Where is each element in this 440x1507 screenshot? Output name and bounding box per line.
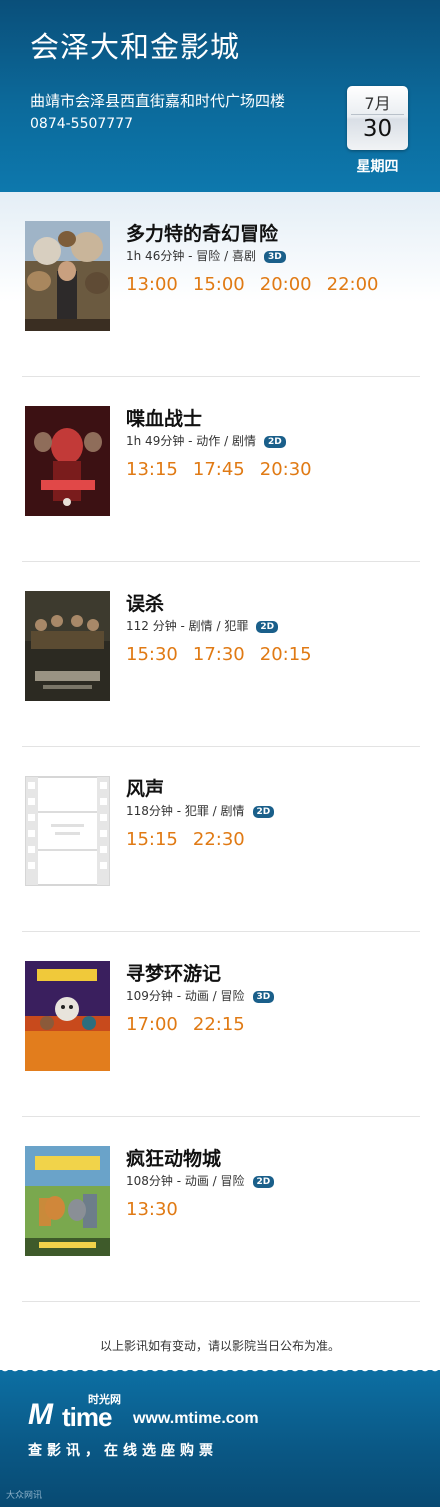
watermark: 大众网讯	[6, 1491, 43, 1501]
movie-title[interactable]: 风声	[126, 774, 164, 801]
showtimes: 15:30 17:30 20:15	[126, 644, 312, 665]
cinema-phone[interactable]: 0874-5507777	[30, 116, 133, 132]
movie-meta-text: 109分钟 - 动画 / 冒险	[126, 989, 245, 1003]
showtime[interactable]: 22:30	[193, 829, 245, 850]
site-url[interactable]: www.mtime.com	[133, 1410, 259, 1428]
format-badge: 2D	[256, 620, 279, 633]
movie-meta: 1h 49分钟 - 动作 / 剧情 2D	[126, 432, 286, 449]
footer: M time 时光网 www.mtime.com 查影讯，在线选座购票 大众网讯	[0, 1370, 440, 1507]
showtime[interactable]: 22:15	[193, 1014, 245, 1035]
showtime[interactable]: 15:00	[193, 274, 245, 295]
date-day: 30	[362, 116, 393, 142]
movie-item[interactable]: 风声 118分钟 - 犯罪 / 剧情 2D 15:15 22:30	[22, 747, 420, 932]
divider	[22, 1301, 420, 1302]
movie-poster[interactable]	[25, 221, 110, 331]
showtime[interactable]: 13:00	[126, 274, 178, 295]
movie-poster[interactable]	[25, 591, 110, 701]
movie-meta-text: 1h 46分钟 - 冒险 / 喜剧	[126, 249, 256, 263]
logo-m: M	[28, 1398, 53, 1431]
movie-title[interactable]: 误杀	[126, 589, 164, 616]
format-badge: 3D	[263, 250, 286, 263]
showtime[interactable]: 15:15	[126, 829, 178, 850]
scallop-divider-bottom	[0, 1367, 440, 1377]
showtime[interactable]: 22:00	[327, 274, 379, 295]
movie-meta-text: 1h 49分钟 - 动作 / 剧情	[126, 434, 256, 448]
cinema-address: 曲靖市会泽县西直街嘉和时代广场四楼	[30, 92, 286, 110]
showtime[interactable]: 15:30	[126, 644, 178, 665]
poster-placeholder-icon[interactable]	[25, 776, 110, 886]
showtimes: 13:15 17:45 20:30	[126, 459, 312, 480]
movie-item[interactable]: 多力特的奇幻冒险 1h 46分钟 - 冒险 / 喜剧 3D 13:00 15:00 2…	[22, 192, 420, 377]
format-badge: 2D	[263, 435, 286, 448]
movie-item[interactable]: 喋血战士 1h 49分钟 - 动作 / 剧情 2D 13:15 17:45 20:30	[22, 377, 420, 562]
showtime[interactable]: 17:30	[193, 644, 245, 665]
showtime[interactable]: 13:15	[126, 459, 178, 480]
movie-item[interactable]: 寻梦环游记 109分钟 - 动画 / 冒险 3D 17:00 22:15	[22, 932, 420, 1117]
mtime-logo[interactable]: M time 时光网	[28, 1392, 138, 1432]
movie-item[interactable]: 疯狂动物城 108分钟 - 动画 / 冒险 2D 13:30	[22, 1117, 420, 1302]
movie-meta-text: 112 分钟 - 剧情 / 犯罪	[126, 619, 249, 633]
movie-meta: 118分钟 - 犯罪 / 剧情 2D	[126, 802, 275, 819]
movie-title[interactable]: 多力特的奇幻冒险	[126, 219, 278, 246]
movie-meta: 109分钟 - 动画 / 冒险 3D	[126, 987, 275, 1004]
movie-meta-text: 108分钟 - 动画 / 冒险	[126, 1174, 245, 1188]
movie-meta: 108分钟 - 动画 / 冒险 2D	[126, 1172, 275, 1189]
showtime[interactable]: 17:00	[126, 1014, 178, 1035]
showtime[interactable]: 13:30	[126, 1199, 178, 1220]
showtime[interactable]: 20:00	[260, 274, 312, 295]
date-card: 7月 30	[347, 86, 408, 150]
showtimes-list: 多力特的奇幻冒险 1h 46分钟 - 冒险 / 喜剧 3D 13:00 15:00 2…	[0, 192, 440, 1370]
showtime[interactable]: 20:15	[260, 644, 312, 665]
showtime[interactable]: 20:30	[260, 459, 312, 480]
format-badge: 2D	[252, 1175, 275, 1188]
format-badge: 3D	[252, 990, 275, 1003]
showtimes: 15:15 22:30	[126, 829, 245, 850]
movie-meta: 1h 46分钟 - 冒险 / 喜剧 3D	[126, 247, 286, 264]
date-month: 7月	[364, 94, 391, 113]
movie-poster[interactable]	[25, 1146, 110, 1256]
showtime[interactable]: 17:45	[193, 459, 245, 480]
movie-poster[interactable]	[25, 961, 110, 1071]
slogan: 查影讯，在线选座购票	[28, 1443, 218, 1459]
date-separator	[351, 114, 404, 115]
movie-meta: 112 分钟 - 剧情 / 犯罪 2D	[126, 617, 279, 634]
schedule-notice: 以上影讯如有变动，请以影院当日公布为准。	[99, 1339, 340, 1353]
movie-title[interactable]: 喋血战士	[126, 404, 202, 431]
logo-cn: 时光网	[88, 1393, 121, 1406]
movie-meta-text: 118分钟 - 犯罪 / 剧情	[126, 804, 245, 818]
movie-poster[interactable]	[25, 406, 110, 516]
date-weekday: 星期四	[356, 159, 399, 175]
showtimes: 13:30	[126, 1199, 178, 1220]
showtimes: 13:00 15:00 20:00 22:00	[126, 274, 379, 295]
cinema-header: 会泽大和金影城 曲靖市会泽县西直街嘉和时代广场四楼 0874-5507777 7…	[0, 0, 440, 192]
movie-title[interactable]: 疯狂动物城	[126, 1144, 221, 1171]
format-badge: 2D	[252, 805, 275, 818]
cinema-name: 会泽大和金影城	[30, 30, 241, 64]
movie-item[interactable]: 误杀 112 分钟 - 剧情 / 犯罪 2D 15:30 17:30 20:15	[22, 562, 420, 747]
movie-title[interactable]: 寻梦环游记	[126, 959, 221, 986]
showtimes: 17:00 22:15	[126, 1014, 245, 1035]
